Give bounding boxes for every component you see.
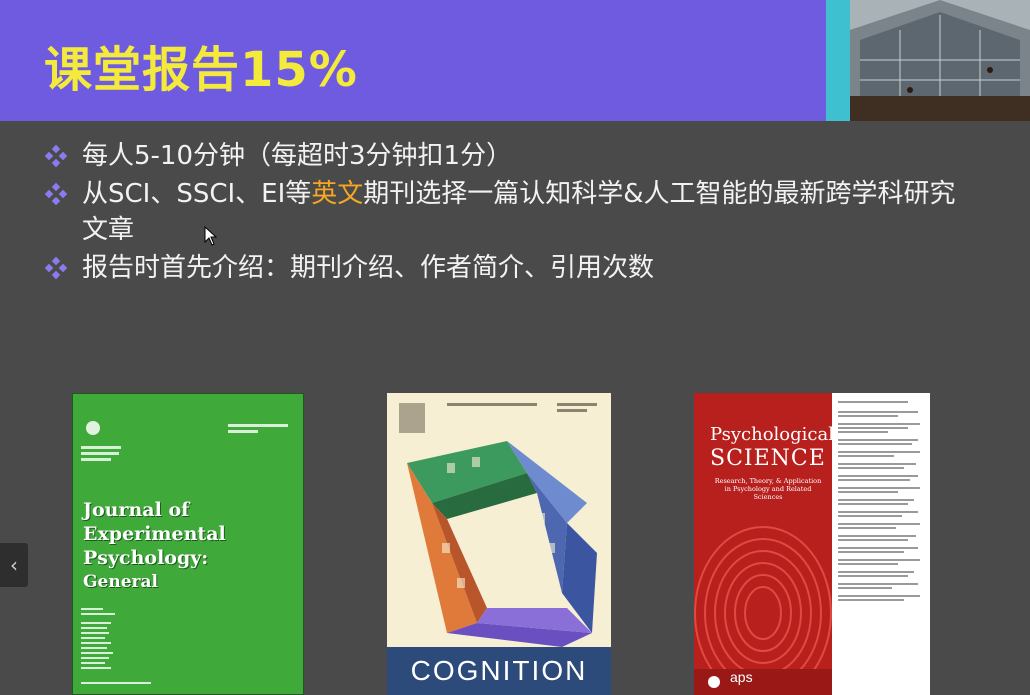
- bullet-list: 每人5-10分钟（每超时3分钟扣1分） 从SCI、SSCI、EI等英文期刊选择一…: [44, 138, 974, 288]
- ps-title-line: SCIENCE: [710, 446, 826, 471]
- slide-header: 课堂报告15%: [0, 0, 826, 121]
- jep-title-line: Experimental: [83, 523, 226, 545]
- jep-title-line: Psychology:: [83, 547, 209, 569]
- ps-title: Psychological SCIENCE: [710, 423, 834, 471]
- ps-red-panel: Psychological SCIENCE Research, Theory, …: [694, 393, 834, 695]
- cover-cognition: COGNITION: [387, 393, 611, 695]
- bullet-item: 报告时首先介绍：期刊介绍、作者简介、引用次数: [44, 250, 974, 286]
- prev-slide-button[interactable]: ‹: [0, 543, 28, 587]
- jep-title: Journal of Experimental Psychology: Gene…: [83, 498, 298, 594]
- ps-subtitle: Research, Theory, & Application in Psych…: [714, 477, 822, 501]
- diamond-bullet-icon: [44, 144, 68, 168]
- bullet-item: 从SCI、SSCI、EI等英文期刊选择一篇认知科学&人工智能的最新跨学科研究文章: [44, 176, 974, 248]
- mouse-cursor-icon: [204, 226, 218, 246]
- diamond-bullet-icon: [44, 182, 68, 206]
- jep-title-line: Journal of: [83, 499, 190, 521]
- journal-covers: Journal of Experimental Psychology: Gene…: [0, 393, 1030, 695]
- cover-jep: Journal of Experimental Psychology: Gene…: [72, 393, 304, 695]
- header-escher-image: [850, 0, 1030, 121]
- slide-title: 课堂报告15%: [44, 42, 358, 98]
- aps-logo: aps: [730, 669, 753, 685]
- ps-title-line: Psychological: [710, 424, 834, 445]
- header-accent-bar: [826, 0, 850, 121]
- cognition-title: COGNITION: [387, 647, 611, 695]
- jep-title-line: General: [83, 572, 158, 592]
- bullet-text: 每人5-10分钟（每超时3分钟扣1分）: [82, 141, 513, 171]
- cover-psychological-science: Psychological SCIENCE Research, Theory, …: [694, 393, 930, 695]
- bullet-text-before: 从SCI、SSCI、EI等: [82, 179, 312, 209]
- diamond-bullet-icon: [44, 256, 68, 280]
- bullet-highlight: 英文: [311, 179, 364, 209]
- chevron-left-icon: ‹: [10, 553, 18, 577]
- bullet-text: 报告时首先介绍：期刊介绍、作者简介、引用次数: [82, 253, 655, 283]
- bullet-item: 每人5-10分钟（每超时3分钟扣1分）: [44, 138, 974, 174]
